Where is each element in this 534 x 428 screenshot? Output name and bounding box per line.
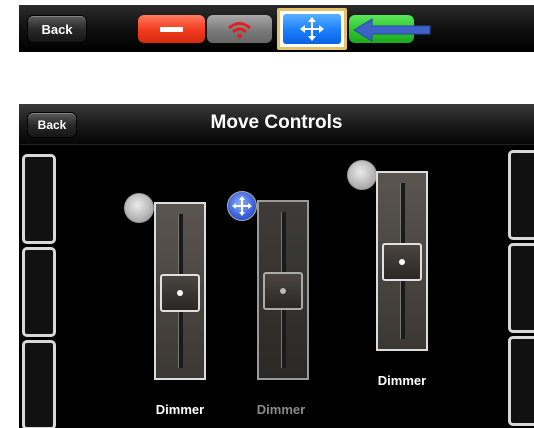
side-tile-left-3[interactable] — [22, 340, 56, 428]
slider-knob[interactable] — [160, 274, 200, 312]
grey-circle-handle[interactable] — [347, 160, 377, 190]
dimmer-slider-2[interactable] — [257, 200, 309, 380]
slider-knob[interactable] — [382, 243, 422, 281]
move-arrows-icon — [300, 17, 324, 41]
side-tile-left-1[interactable] — [22, 154, 56, 244]
left-arrow-pointer-icon — [353, 18, 431, 42]
side-tile-right-1[interactable] — [508, 150, 534, 240]
move-handle[interactable] — [227, 191, 257, 221]
move-arrows-icon — [232, 196, 252, 216]
navigation-bar: Back Move Controls — [19, 104, 534, 145]
page-title: Move Controls — [210, 112, 343, 133]
toolbar-back-button[interactable]: Back — [27, 15, 87, 43]
wifi-button[interactable] — [207, 15, 272, 43]
minus-icon — [160, 27, 183, 32]
wifi-icon — [228, 22, 251, 39]
slider-label: Dimmer — [377, 373, 427, 388]
side-tile-right-3[interactable] — [508, 336, 534, 426]
dimmer-slider-1[interactable] — [154, 202, 206, 380]
slider-label: Dimmer — [155, 402, 205, 417]
grey-circle-handle[interactable] — [124, 193, 154, 223]
move-button[interactable] — [277, 8, 347, 50]
top-toolbar: Back — [19, 5, 534, 52]
dimmer-slider-3[interactable] — [376, 171, 428, 351]
side-tile-right-2[interactable] — [508, 243, 534, 333]
slider-label: Dimmer — [256, 402, 306, 417]
remove-button[interactable] — [138, 15, 205, 43]
side-tile-left-2[interactable] — [22, 247, 56, 337]
slider-knob[interactable] — [263, 272, 303, 310]
move-controls-screen: Back Move Controls Dimmer Dimmer Dimmer — [19, 104, 534, 428]
